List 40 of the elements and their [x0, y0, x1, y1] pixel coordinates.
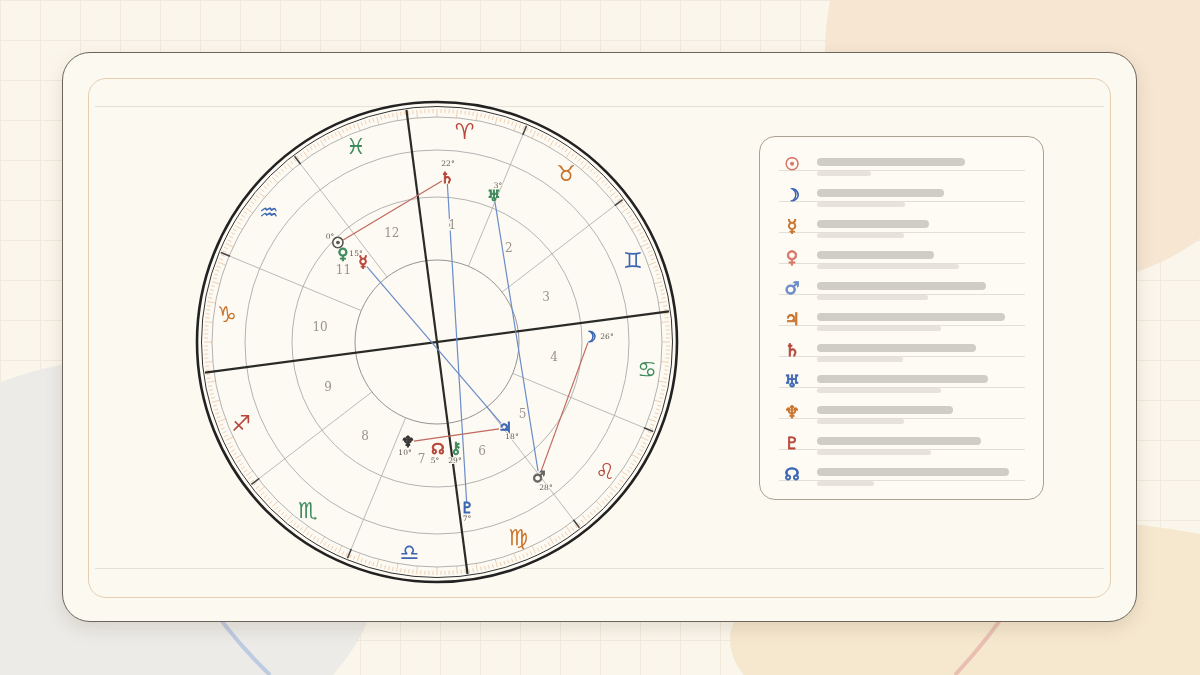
zodiac-sign: ♎ [399, 539, 420, 565]
planet-symbol: ☊ [783, 463, 801, 486]
zodiac-sign: ♒ [258, 200, 279, 226]
house-number: 12 [384, 226, 400, 240]
planet-symbol: ♆ [783, 401, 801, 424]
zodiac-sign: ♓ [346, 133, 366, 159]
planet-symbol: ♅ [487, 187, 501, 205]
planet-symbol: ☽ [783, 184, 801, 207]
zodiac-sign: ♊ [623, 248, 643, 274]
planet-symbol: ⚷ [450, 439, 462, 457]
planet-symbol: ☉ [783, 153, 801, 176]
planet-symbol: ♇ [783, 432, 801, 455]
house-number: 3 [542, 289, 550, 304]
zodiac-sign: ♉ [556, 161, 576, 187]
zodiac-sign: ♍ [508, 525, 528, 551]
planet-symbol: ♀ [784, 246, 800, 269]
zodiac-sign: ♋ [637, 357, 658, 383]
planet-symbol: ☽ [583, 328, 597, 346]
house-number: 6 [478, 444, 486, 458]
house-number: 8 [361, 428, 369, 443]
planet-symbol: ♅ [783, 370, 801, 393]
planet-symbol: ♃ [783, 308, 801, 331]
planet-symbol: ☿ [785, 215, 799, 238]
zodiac-sign: ♏ [298, 497, 318, 523]
house-number: 2 [505, 241, 513, 256]
house-number: 5 [518, 406, 527, 421]
zodiac-sign: ♑ [216, 301, 237, 327]
house-number: 4 [550, 350, 558, 365]
house-number: 9 [324, 380, 332, 395]
house-number: 7 [417, 452, 426, 466]
planet-symbol: ♄ [783, 339, 801, 362]
planet-symbol: ♂ [783, 277, 801, 300]
house-number: 11 [335, 263, 351, 278]
house-number: 1 [448, 218, 457, 232]
zodiac-sign: ♈ [454, 119, 475, 145]
planet-symbol: ♄ [440, 169, 454, 187]
house-number: 10 [312, 319, 328, 334]
planet-symbol: ☊ [431, 440, 445, 458]
zodiac-sign: ♐ [231, 410, 251, 436]
zodiac-sign: ♌ [595, 458, 616, 484]
